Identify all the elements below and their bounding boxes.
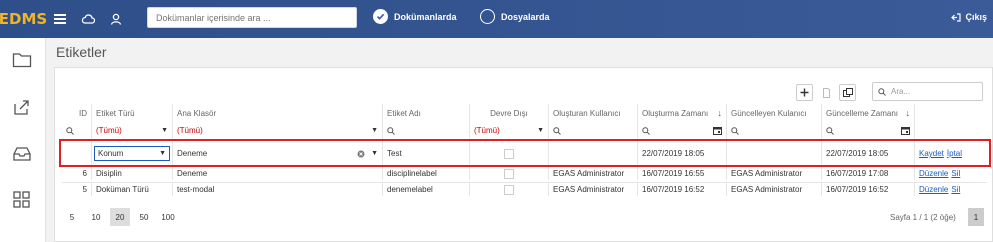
share-icon[interactable]: [12, 98, 32, 118]
column-header-folder[interactable]: Ana Klasör: [173, 104, 383, 122]
page-title: Etiketler: [56, 44, 107, 60]
grid-header-row: ID Etiket Türü Ana Klasör Etiket Adı Dev…: [62, 104, 987, 122]
inbox-icon[interactable]: [12, 145, 32, 165]
add-button[interactable]: [796, 84, 813, 101]
calendar-icon[interactable]: [901, 126, 910, 135]
table-row: 6 Disiplin Deneme disciplinelabel EGAS A…: [62, 166, 987, 180]
sort-desc-icon: ↓: [905, 108, 911, 118]
cloud-icon[interactable]: [74, 0, 102, 38]
calendar-icon[interactable]: [713, 126, 722, 135]
column-header-tag-name[interactable]: Etiket Adı: [383, 104, 470, 122]
export-button[interactable]: [839, 84, 856, 101]
scope-folders-radio[interactable]: Dosyalarda: [480, 9, 550, 24]
user-icon[interactable]: [102, 0, 130, 38]
filter-updated[interactable]: [822, 122, 915, 139]
radio-empty-icon: [480, 9, 495, 24]
scope-documents-label: Dokümanlarda: [394, 11, 457, 22]
copy-button[interactable]: [818, 84, 835, 101]
column-header-created-by[interactable]: Oluşturan Kullanıcı: [549, 104, 638, 122]
grid-icon[interactable]: [12, 191, 32, 211]
page-size-option[interactable]: 100: [158, 208, 178, 226]
search-icon: [66, 126, 74, 135]
scope-folders-label: Dosyalarda: [501, 11, 550, 22]
caret-down-icon: ▼: [537, 127, 544, 134]
column-header-disabled[interactable]: Devre Dışı: [470, 104, 549, 122]
logout-label: Çıkış: [965, 12, 987, 22]
column-header-id[interactable]: ID: [62, 104, 92, 122]
logout-icon: [951, 12, 962, 22]
delete-link[interactable]: Sil: [951, 169, 960, 178]
delete-link[interactable]: Sil: [951, 185, 960, 194]
filter-id[interactable]: [62, 122, 92, 139]
brand-logo[interactable]: EDMS: [0, 0, 47, 38]
search-icon: [731, 126, 739, 135]
filter-actions: [915, 122, 987, 139]
check-icon: [373, 9, 388, 24]
columns-icon: [842, 88, 853, 97]
column-header-created[interactable]: Oluşturma Zamanı ↓: [638, 104, 727, 122]
folder-icon[interactable]: [12, 51, 32, 71]
search-icon: [826, 126, 834, 135]
logout-button[interactable]: Çıkış: [951, 12, 987, 22]
filter-tag-type[interactable]: (Tümü) ▼: [92, 122, 173, 139]
menu-icon[interactable]: [46, 0, 74, 38]
table-row: 5 Doküman Türü test-modal denemelabel EG…: [62, 182, 987, 196]
page-size-option[interactable]: 5: [62, 208, 82, 226]
search-icon: [642, 126, 650, 135]
page-button-current[interactable]: 1: [968, 208, 984, 226]
column-header-updated-by[interactable]: Güncelleyen Kulanıcı: [727, 104, 822, 122]
search-icon: [878, 88, 886, 96]
caret-down-icon: ▼: [371, 127, 378, 134]
filter-created[interactable]: [638, 122, 727, 139]
filter-disabled[interactable]: (Tümü) ▼: [470, 122, 549, 139]
filter-folder[interactable]: (Tümü) ▼: [173, 122, 383, 139]
search-icon: [553, 126, 561, 135]
page-info: Sayfa 1 / 1 (2 öğe): [890, 213, 956, 222]
filter-created-by[interactable]: [549, 122, 638, 139]
column-header-updated[interactable]: Güncelleme Zamanı ↓: [822, 104, 915, 122]
column-header-actions: [915, 104, 987, 122]
plus-icon: [800, 88, 809, 97]
sidebar: [0, 38, 46, 242]
caret-down-icon: ▼: [161, 127, 168, 134]
edit-link[interactable]: Düzenle: [919, 169, 948, 178]
column-header-tag-type[interactable]: Etiket Türü: [92, 104, 173, 122]
scope-documents-radio[interactable]: Dokümanlarda: [373, 9, 457, 24]
editing-row-highlight: [59, 139, 991, 167]
filter-tag-name[interactable]: [383, 122, 470, 139]
page-size-option[interactable]: 50: [134, 208, 154, 226]
page-size-option[interactable]: 10: [86, 208, 106, 226]
sort-desc-icon: ↓: [717, 108, 723, 118]
document-icon: [823, 87, 830, 98]
disabled-checkbox[interactable]: [504, 168, 514, 179]
search-input[interactable]: [147, 7, 357, 28]
filter-updated-by[interactable]: [727, 122, 822, 139]
grid-filter-row: (Tümü) ▼ (Tümü) ▼ (Tümü) ▼: [62, 122, 987, 139]
edit-link[interactable]: Düzenle: [919, 185, 948, 194]
grid-search-input[interactable]: Ara...: [872, 82, 983, 101]
disabled-checkbox[interactable]: [504, 184, 514, 195]
page-size-option-selected[interactable]: 20: [110, 208, 130, 226]
page-size-selector: 5 10 20 50 100: [62, 208, 178, 226]
search-icon: [387, 126, 395, 135]
